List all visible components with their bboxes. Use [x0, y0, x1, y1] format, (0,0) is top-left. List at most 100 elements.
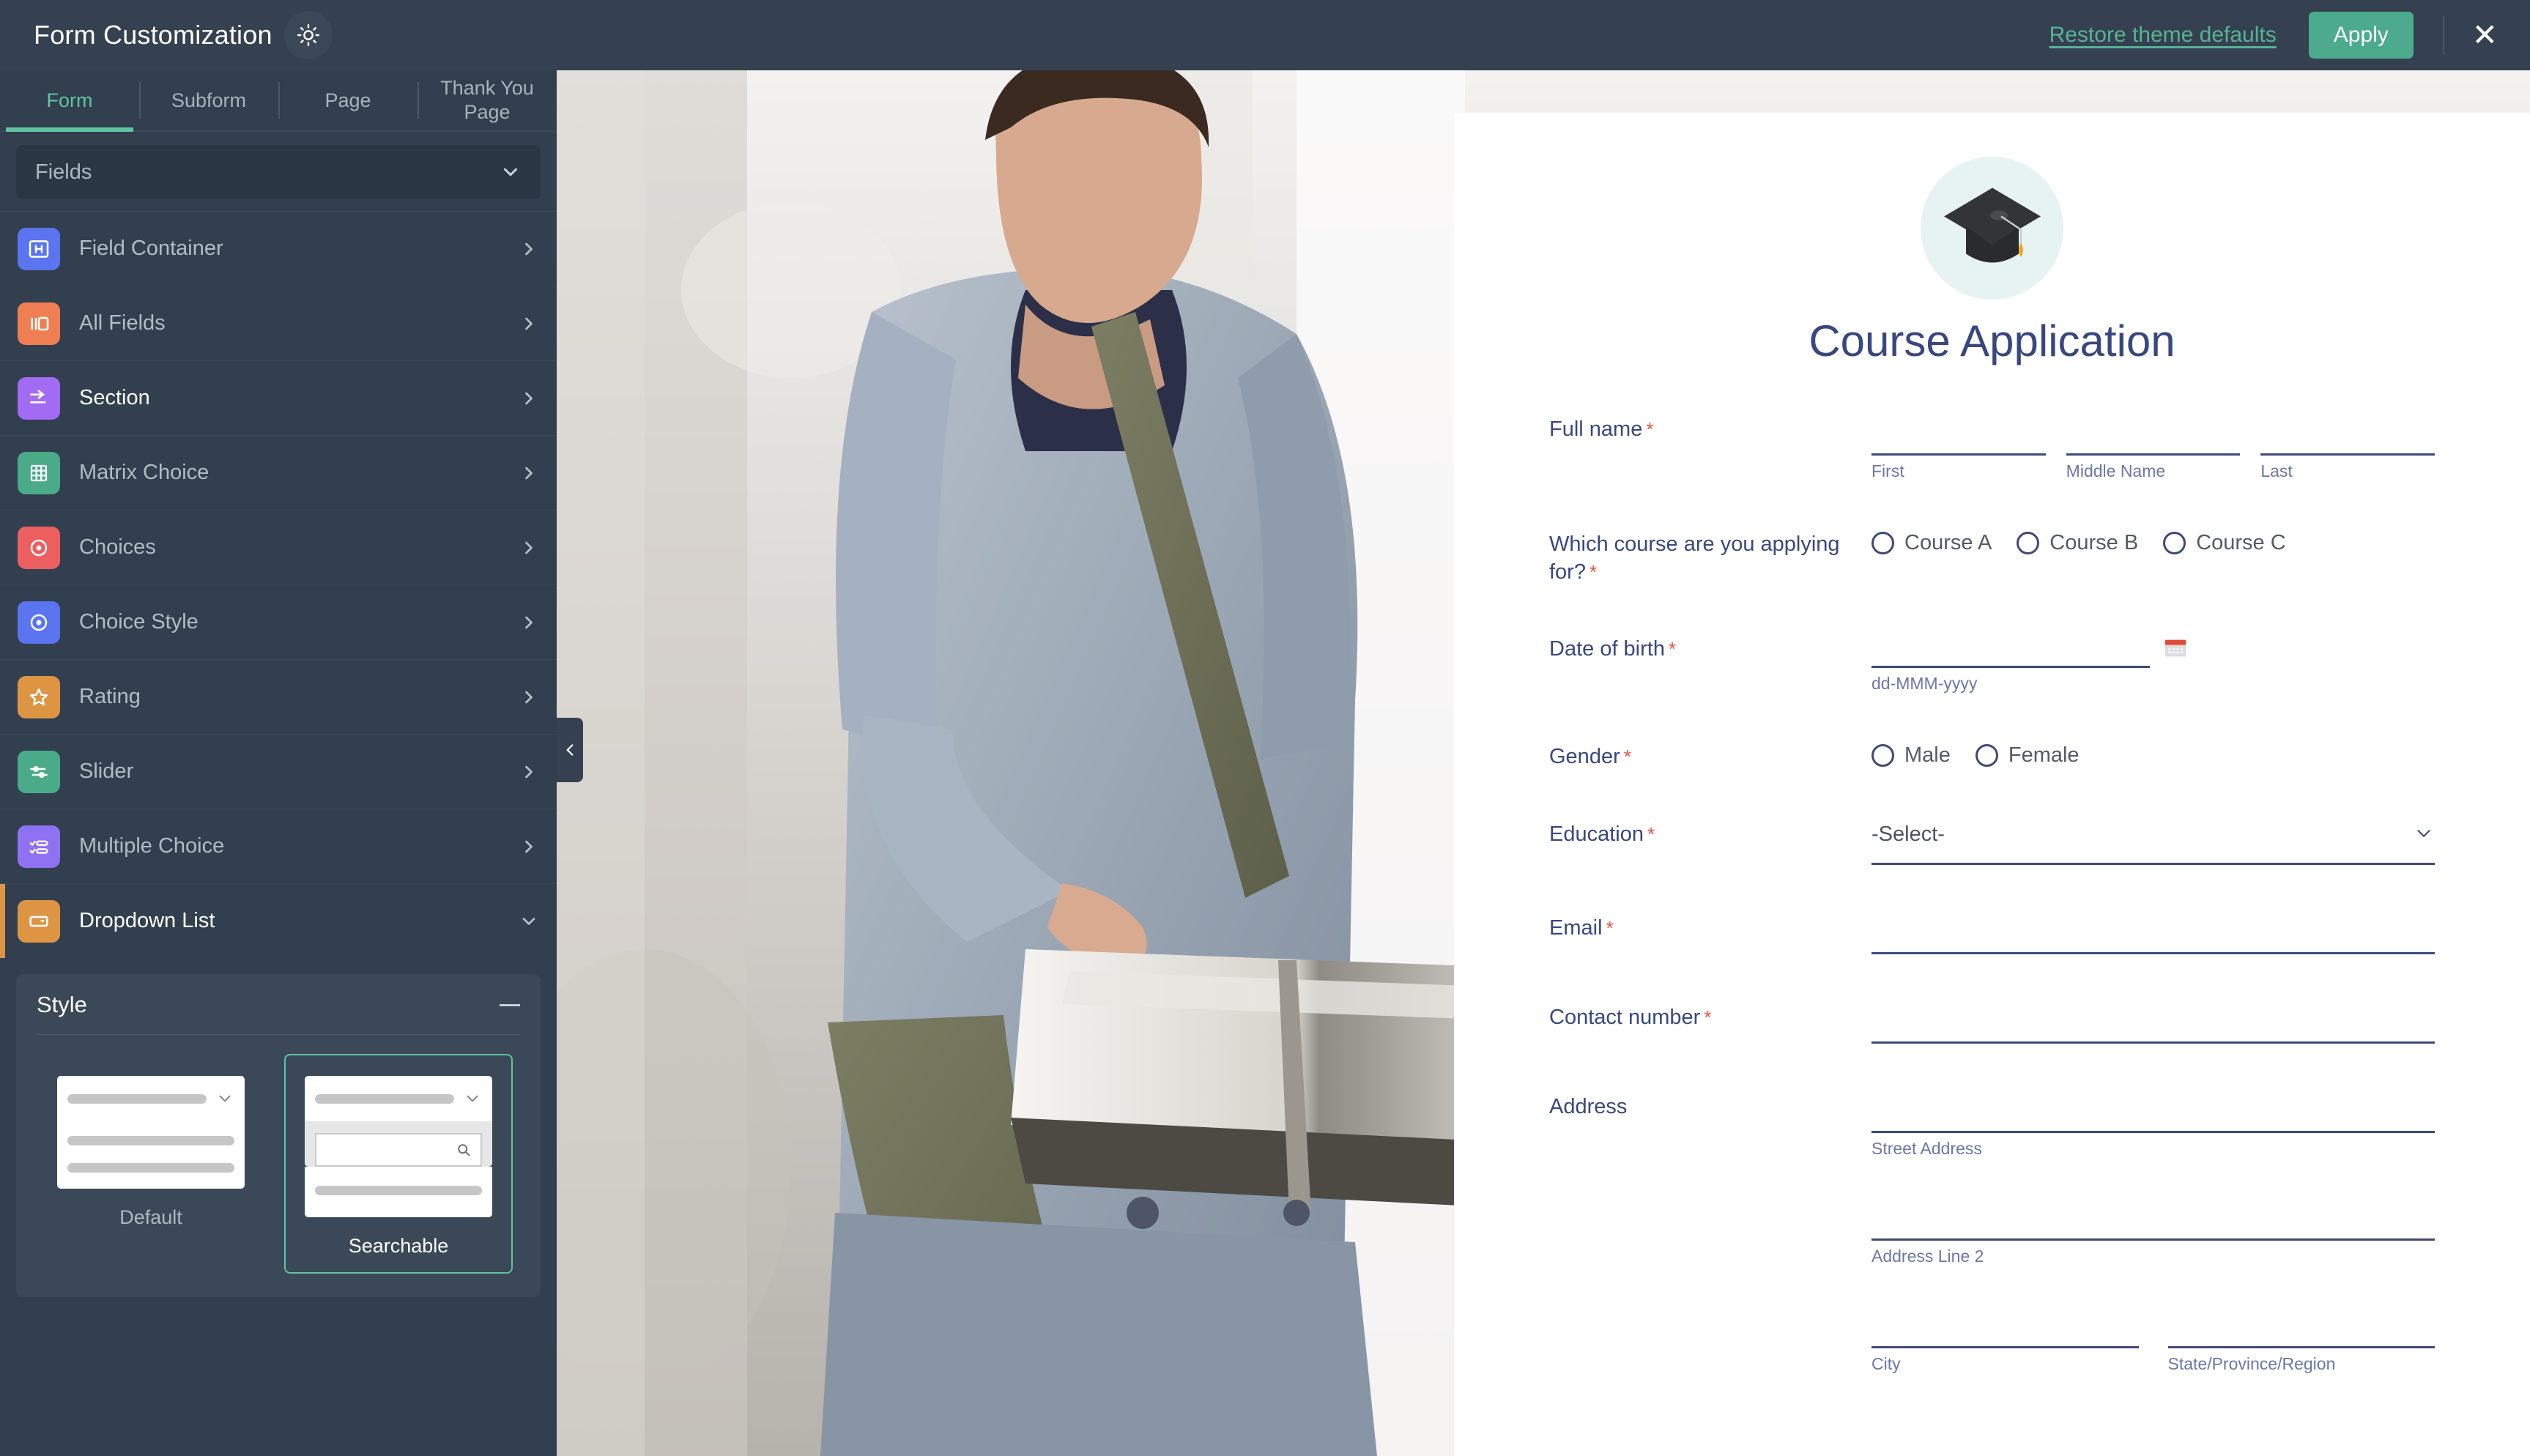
chevron-left-icon	[566, 744, 574, 756]
header-divider	[2442, 16, 2444, 54]
city-input[interactable]	[1871, 1306, 2139, 1349]
radio-male[interactable]: Male	[1871, 743, 1951, 768]
form-logo	[1921, 157, 2063, 300]
sidebar-collapse-handle[interactable]	[557, 718, 583, 782]
field-control	[1871, 1001, 2435, 1044]
radio-course-b[interactable]: Course B	[2017, 531, 2138, 555]
sidebar-item-field-container[interactable]: Field Container	[0, 211, 557, 286]
active-accent-bar	[0, 436, 5, 510]
field-container-icon	[18, 227, 60, 270]
chevron-down-icon	[504, 168, 517, 177]
field-email: Email *	[1549, 912, 2435, 955]
chevron-down-icon	[219, 1095, 231, 1102]
apply-button[interactable]: Apply	[2308, 12, 2414, 59]
field-date-of-birth: Date of birth * dd-MMM-yyyy	[1549, 633, 2435, 694]
active-accent-bar	[0, 884, 5, 958]
theme-toggle-button[interactable]	[283, 11, 333, 59]
thumbnail-search-input	[315, 1133, 482, 1167]
radio-label: Male	[1904, 743, 1951, 768]
sidebar-item-label: Rating	[79, 685, 141, 708]
chevron-right-icon	[525, 467, 533, 479]
star-icon	[18, 675, 60, 718]
contact-number-input[interactable]	[1871, 1001, 2435, 1044]
tab-subform[interactable]: Subform	[139, 70, 278, 130]
field-course-choice: Which course are you applying for? * Cour…	[1549, 528, 2435, 586]
style-option-default[interactable]: Default	[37, 1054, 265, 1274]
field-label-text: Email	[1549, 916, 1603, 940]
form-customization-window: Form Customization Restore theme default…	[0, 0, 2530, 1456]
search-icon	[458, 1144, 470, 1156]
city-block: City	[1871, 1306, 2139, 1374]
tab-page[interactable]: Page	[278, 70, 418, 130]
middle-name-input[interactable]	[2066, 413, 2241, 456]
first-name-column: First	[1871, 413, 2046, 481]
last-name-input[interactable]	[2260, 413, 2436, 456]
sidebar-item-choices[interactable]: Choices	[0, 510, 557, 584]
email-input[interactable]	[1871, 912, 2435, 955]
field-education: Education * -Select-	[1549, 818, 2435, 866]
close-icon[interactable]: ✕	[2472, 20, 2498, 51]
radio-course-a[interactable]: Course A	[1871, 531, 1992, 555]
active-accent-bar	[0, 361, 5, 435]
sidebar-item-label: Choice Style	[79, 610, 199, 634]
state-block: State/Province/Region	[2167, 1306, 2435, 1374]
name-columns: First Middle Name Last	[1871, 413, 2436, 481]
style-option-label: Searchable	[348, 1235, 449, 1257]
field-gender: Gender * Male Female	[1549, 740, 2435, 771]
thumbnail-select-bar	[57, 1076, 245, 1121]
minus-icon[interactable]	[500, 1003, 520, 1006]
address-line2-block: Address Line 2	[1871, 1198, 2435, 1266]
field-label: Contact number *	[1549, 1001, 1871, 1044]
sidebar-item-slider[interactable]: Slider	[0, 734, 557, 809]
searchable-style-thumbnail	[305, 1076, 492, 1217]
first-name-sublabel: First	[1871, 461, 1904, 480]
thumbnail-option-list	[57, 1121, 245, 1189]
restore-theme-defaults-link[interactable]: Restore theme defaults	[2049, 23, 2277, 48]
radio-course-c[interactable]: Course C	[2163, 531, 2286, 555]
thumbnail-option-list	[305, 1167, 492, 1217]
field-label-text: Contact number	[1549, 1006, 1701, 1030]
street-address-input[interactable]	[1871, 1091, 2435, 1134]
sidebar-tabs: Form Subform Page Thank You Page	[0, 70, 557, 132]
sidebar-item-dropdown-list[interactable]: Dropdown List	[0, 883, 557, 958]
sidebar-item-matrix-choice[interactable]: Matrix Choice	[0, 435, 557, 510]
graduation-cap-icon	[1943, 187, 2041, 262]
form-card: Course Application Full name * First Midd…	[1454, 113, 2530, 1456]
date-of-birth-input[interactable]	[1871, 633, 2150, 669]
address-line2-input[interactable]	[1871, 1198, 2435, 1241]
sidebar-item-label: Multiple Choice	[79, 834, 225, 858]
sidebar-item-label: Section	[79, 386, 150, 409]
state-input[interactable]	[2167, 1306, 2435, 1349]
active-accent-bar	[0, 585, 5, 659]
required-marker: *	[1606, 917, 1614, 940]
calendar-icon[interactable]	[2163, 636, 2188, 664]
tab-thank-you-page[interactable]: Thank You Page	[418, 70, 557, 130]
sidebar-item-choice-style[interactable]: Choice Style	[0, 584, 557, 659]
field-contact-number: Contact number *	[1549, 1001, 2435, 1044]
address-city-state-row: City State/Province/Region	[1871, 1306, 2435, 1374]
sidebar-item-multiple-choice[interactable]: Multiple Choice	[0, 809, 557, 883]
radio-female[interactable]: Female	[1975, 743, 2080, 768]
chevron-down-icon	[522, 917, 535, 925]
field-label-text: Full name	[1549, 417, 1643, 441]
sidebar-item-section[interactable]: Section	[0, 360, 557, 435]
sidebar-item-rating[interactable]: Rating	[0, 659, 557, 734]
radio-label: Course A	[1904, 531, 1992, 554]
sidebar-item-all-fields[interactable]: All Fields	[0, 286, 557, 360]
field-address: Address Street Address Address Line 2 Ci…	[1549, 1091, 2435, 1374]
tab-form[interactable]: Form	[0, 70, 139, 132]
fields-selector[interactable]: Fields	[16, 145, 541, 199]
style-option-searchable[interactable]: Searchable	[284, 1054, 513, 1274]
first-name-input[interactable]	[1871, 413, 2046, 456]
chevron-right-icon	[525, 392, 533, 404]
field-label: Gender *	[1549, 740, 1871, 771]
education-select-value: -Select-	[1871, 822, 1945, 847]
tab-subform-label: Subform	[171, 89, 247, 111]
thumbnail-select-bar	[305, 1076, 492, 1121]
all-fields-icon	[18, 302, 60, 345]
street-address-block: Street Address	[1871, 1091, 2435, 1159]
required-marker: *	[1623, 746, 1631, 768]
field-control	[1871, 912, 2435, 955]
form-preview-pane: Course Application Full name * First Midd…	[557, 70, 2530, 1456]
education-select[interactable]: -Select-	[1871, 818, 2435, 866]
